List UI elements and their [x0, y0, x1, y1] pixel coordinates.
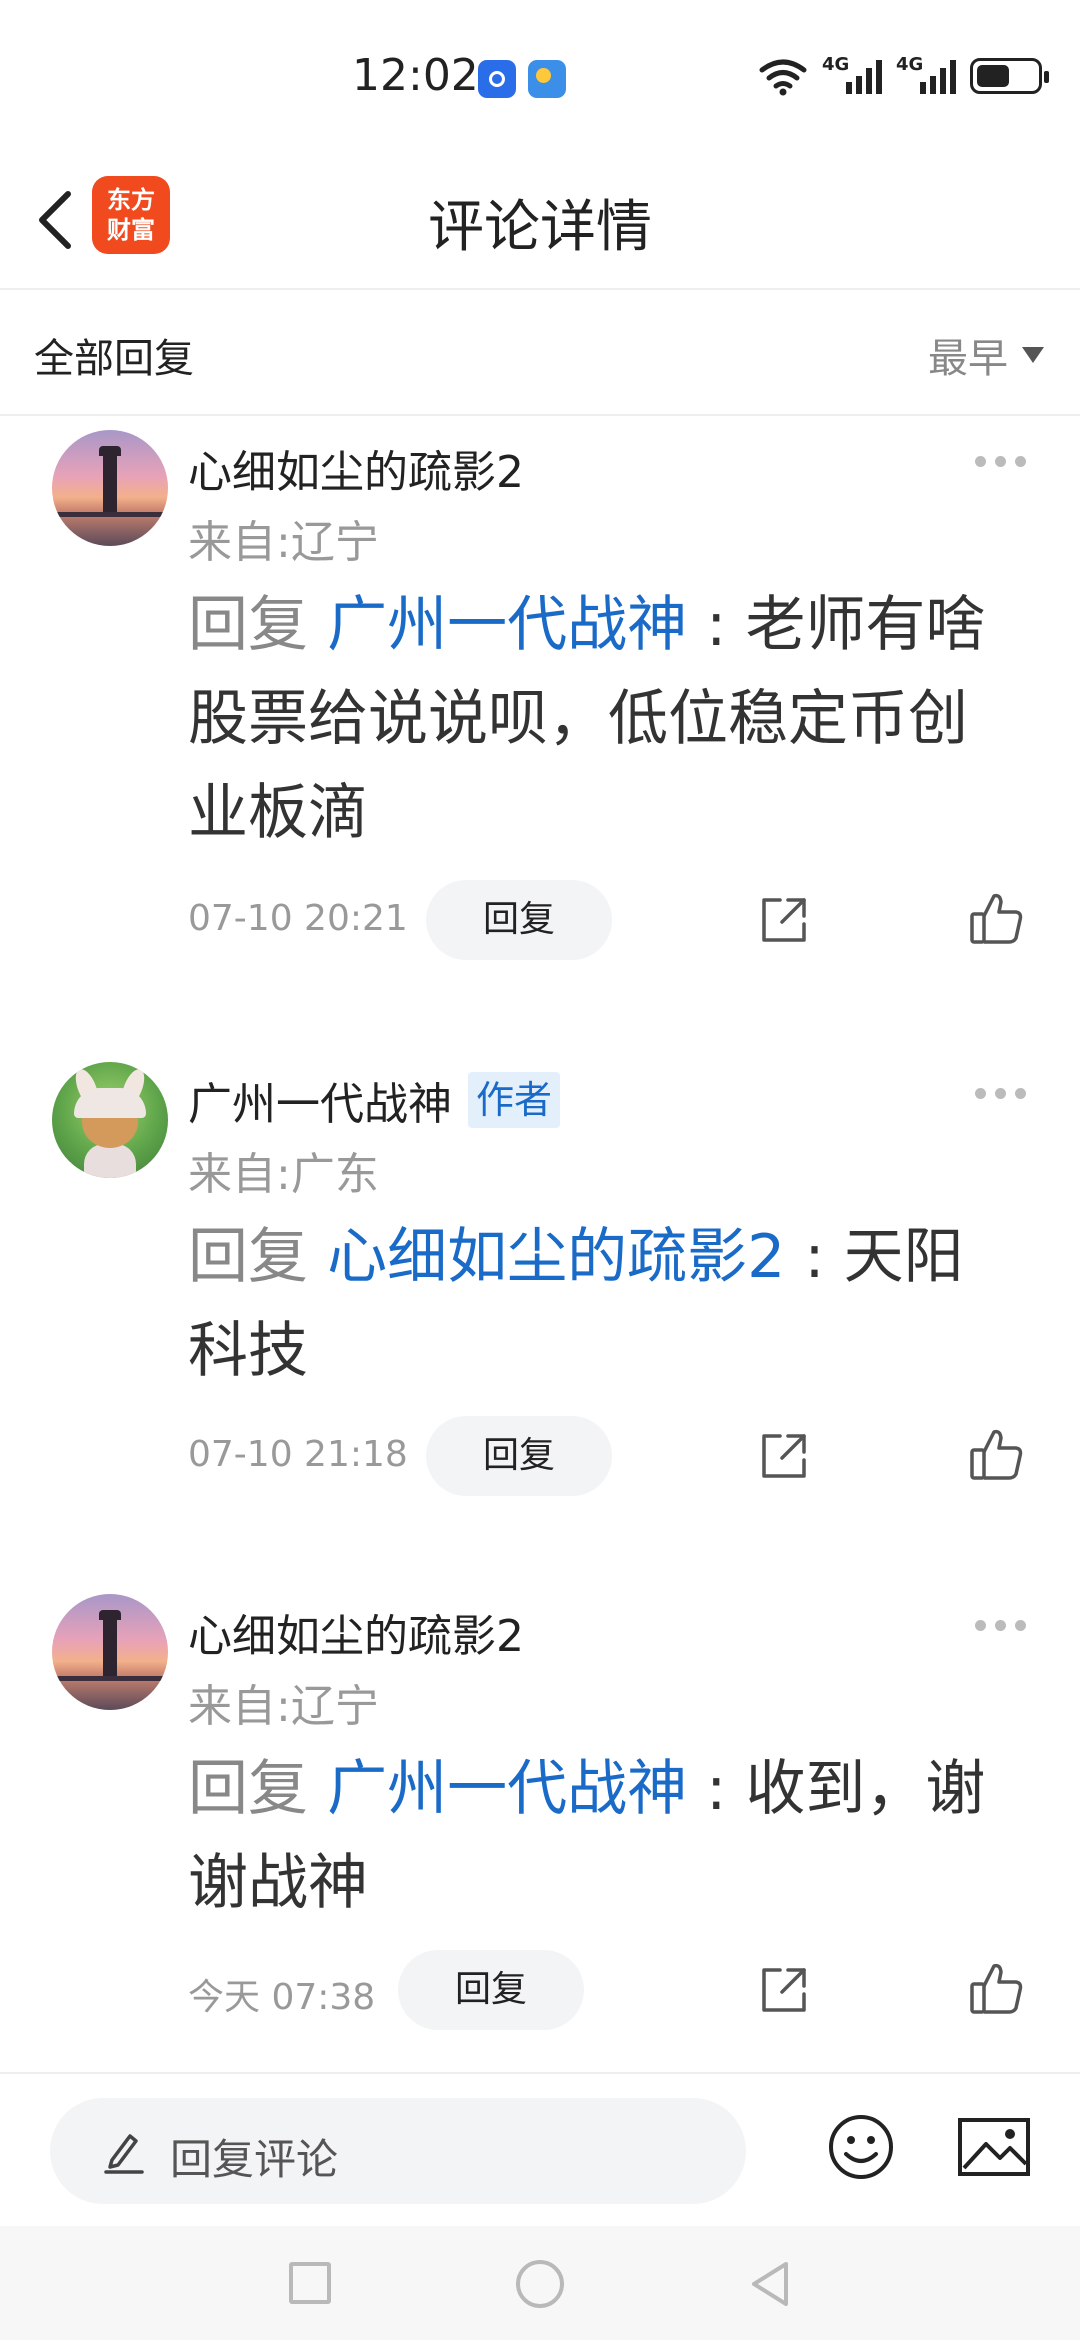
like-button[interactable]	[966, 1424, 1026, 1484]
thumbs-up-icon	[970, 1429, 1023, 1480]
page-title: 评论详情	[428, 195, 652, 260]
comment-location: 来自:辽宁	[188, 1681, 379, 1732]
comment-username[interactable]: 广州一代战神 作者	[188, 1068, 561, 1132]
share-icon	[762, 898, 806, 942]
signal-2-icon: 4G	[896, 54, 956, 94]
avatar[interactable]	[52, 430, 168, 546]
comment-meta: 07-10 20:21 回复	[188, 880, 1048, 960]
all-replies-label: 全部回复	[34, 336, 194, 382]
status-bar: 12:02 4G 4G	[0, 0, 1080, 150]
pencil-icon	[104, 2134, 144, 2174]
nav-back-button[interactable]	[746, 2258, 794, 2310]
home-button[interactable]	[516, 2260, 564, 2308]
share-button[interactable]	[756, 892, 812, 948]
mention-link[interactable]: 心细如尘的疏影2	[327, 1222, 785, 1292]
comment-meta: 07-10 21:18 回复	[188, 1416, 1048, 1496]
reply-button[interactable]: 回复	[426, 880, 612, 960]
back-triangle-icon	[752, 2262, 788, 2306]
more-options-button[interactable]	[975, 456, 1026, 467]
reply-prefix: 回复	[188, 1222, 328, 1292]
image-icon	[958, 2118, 1030, 2176]
share-button[interactable]	[756, 1428, 812, 1484]
sort-dropdown[interactable]: 最早	[928, 326, 1044, 384]
comment-username[interactable]: 心细如尘的疏影2	[188, 436, 524, 500]
more-options-button[interactable]	[975, 1620, 1026, 1631]
status-indicators: 4G 4G	[758, 54, 1049, 96]
comment-time: 07-10 20:21	[188, 898, 408, 939]
reply-placeholder: 回复评论	[170, 2135, 339, 2184]
battery-icon	[970, 58, 1049, 94]
comment-time: 07-10 21:18	[188, 1434, 408, 1475]
mention-link[interactable]: 广州一代战神	[327, 590, 687, 660]
app-header: 东方 财富 评论详情	[0, 150, 1080, 290]
author-badge: 作者	[468, 1072, 561, 1128]
status-time: 12:02	[352, 50, 479, 101]
assistant-app-icon	[478, 60, 516, 98]
recent-apps-button[interactable]	[289, 2262, 331, 2304]
sort-label: 最早	[928, 336, 1008, 382]
reply-input[interactable]: 回复评论	[50, 2098, 746, 2204]
reply-button[interactable]: 回复	[426, 1416, 612, 1496]
comment-time: 今天 07:38	[188, 1977, 376, 2018]
thumbs-up-icon	[970, 1963, 1023, 2014]
comment-content[interactable]: 回复 广州一代战神 : 收到，谢谢战神	[188, 1742, 1008, 1930]
reply-prefix: 回复	[188, 590, 328, 660]
system-nav-bar	[0, 2226, 1080, 2340]
share-icon	[762, 1434, 806, 1478]
caret-down-icon	[1022, 347, 1044, 363]
signal-1-icon: 4G	[822, 54, 882, 94]
mention-link[interactable]: 广州一代战神	[327, 1754, 687, 1824]
wifi-icon	[759, 59, 807, 96]
comment-content[interactable]: 回复 心细如尘的疏影2 : 天阳科技	[188, 1210, 1008, 1398]
thumbs-up-icon	[970, 893, 1023, 944]
share-icon	[762, 1968, 806, 2012]
avatar[interactable]	[52, 1594, 168, 1710]
weather-app-icon	[528, 60, 566, 98]
like-button[interactable]	[966, 888, 1026, 948]
comment-content[interactable]: 回复 广州一代战神 : 老师有啥股票给说说呗，低位稳定币创业板滴	[188, 578, 1008, 860]
image-button[interactable]	[956, 2112, 1032, 2182]
more-options-button[interactable]	[975, 1088, 1026, 1099]
comment-meta: 今天 07:38 回复	[188, 1950, 1048, 2030]
share-button[interactable]	[756, 1962, 812, 2018]
comment-location: 来自:广东	[188, 1149, 379, 1200]
reply-composer: 回复评论	[0, 2072, 1080, 2226]
comment-username[interactable]: 心细如尘的疏影2	[188, 1600, 524, 1664]
reply-button[interactable]: 回复	[398, 1950, 584, 2030]
filter-bar: 全部回复 最早	[0, 292, 1080, 416]
comment-location: 来自:辽宁	[188, 517, 379, 568]
reply-prefix: 回复	[188, 1754, 328, 1824]
emoji-button[interactable]	[826, 2112, 896, 2182]
like-button[interactable]	[966, 1958, 1026, 2018]
smiley-icon	[829, 2115, 893, 2179]
avatar[interactable]	[52, 1062, 168, 1178]
